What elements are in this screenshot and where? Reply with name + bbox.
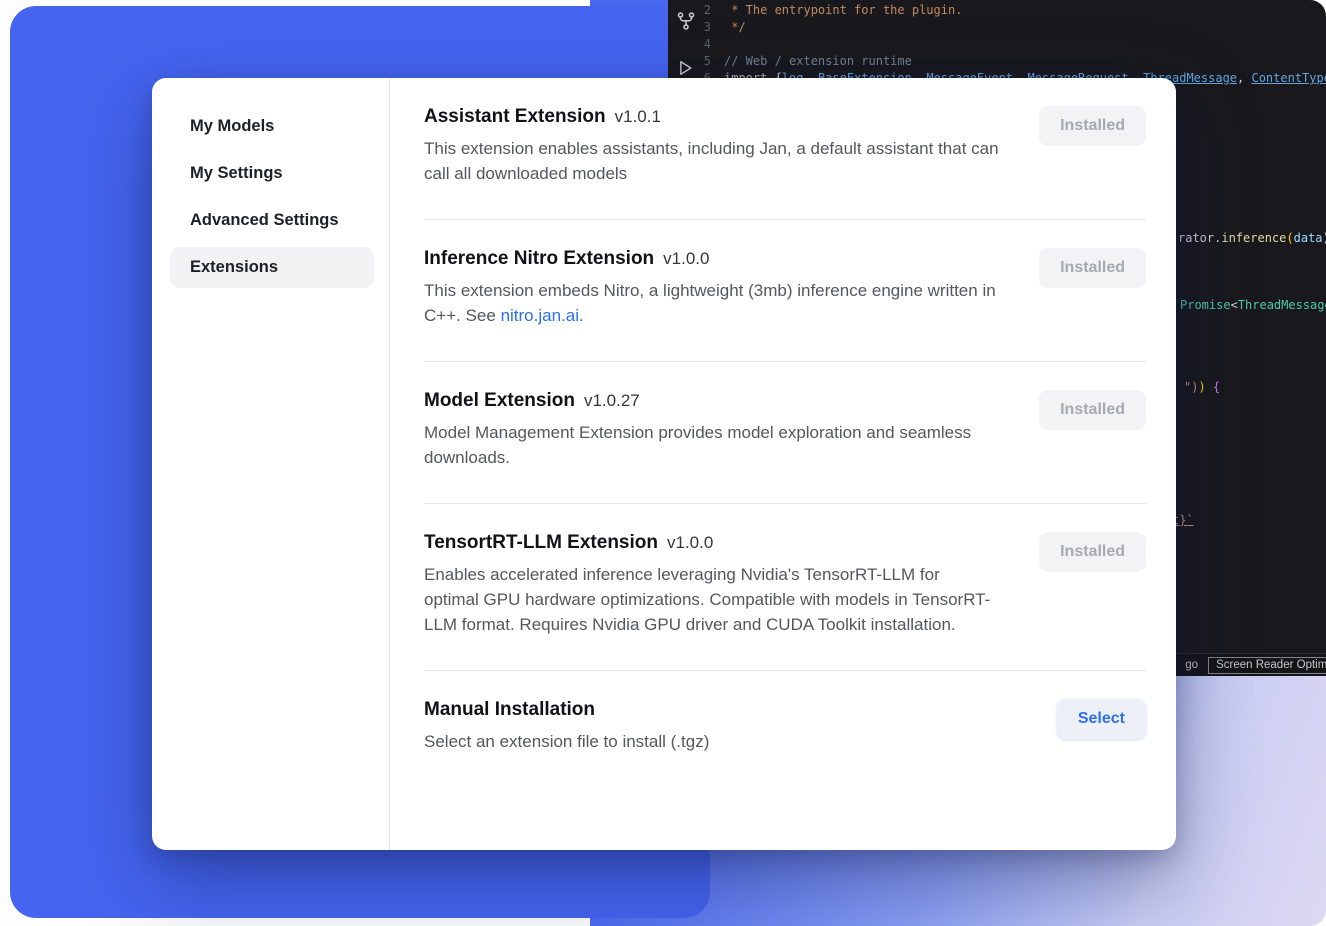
row-tensortrt-llm-extension: TensortRT-LLM Extension v1.0.0 Enables acc… (424, 503, 1146, 670)
row-heading: TensortRT-LLM Extension v1.0.0 (424, 532, 999, 554)
screen-reader-optimized-badge[interactable]: Screen Reader Optimize (1208, 657, 1326, 674)
extension-description: Model Management Extension provides mode… (424, 421, 999, 471)
extension-title: Inference Nitro Extension (424, 248, 654, 269)
code-line: 4 (668, 36, 1326, 53)
screenshot-scene: 2 * The entrypoint for the plugin.3 */45… (0, 0, 1326, 926)
row-info: Manual Installation Select an extension f… (424, 699, 709, 755)
row-info: Model Extension v1.0.27 Model Management E… (424, 390, 999, 471)
extension-version: v1.0.27 (584, 391, 640, 410)
extension-title: TensortRT-LLM Extension (424, 532, 658, 553)
sidebar-item-my-settings[interactable]: My Settings (170, 153, 374, 194)
extension-description: This extension enables assistants, inclu… (424, 137, 999, 187)
code-fragment: ")) { (1184, 379, 1220, 395)
code-fragment: rator.inference(data)); (1178, 230, 1326, 246)
row-assistant-extension: Assistant Extension v1.0.1 This extension … (424, 78, 1146, 219)
row-heading: Inference Nitro Extension v1.0.0 (424, 248, 999, 270)
extension-title: Model Extension (424, 390, 575, 411)
status-language-text[interactable]: go (1185, 659, 1198, 671)
code-line: 3 */ (668, 19, 1326, 36)
settings-card: My Models My Settings Advanced Settings Ext… (152, 78, 1176, 850)
row-info: Assistant Extension v1.0.1 This extension … (424, 106, 999, 187)
line-number: 2 (668, 2, 724, 19)
extension-description: This extension embeds Nitro, a lightweig… (424, 279, 999, 329)
extension-description: Select an extension file to install (.tg… (424, 730, 709, 755)
code-line: 5// Web / extension runtime (668, 53, 1326, 70)
line-number: 3 (668, 19, 724, 36)
installed-button[interactable]: Installed (1039, 248, 1146, 288)
sidebar-item-advanced-settings[interactable]: Advanced Settings (170, 200, 374, 241)
row-heading: Manual Installation (424, 699, 709, 721)
installed-button[interactable]: Installed (1039, 390, 1146, 430)
extension-title: Manual Installation (424, 699, 595, 720)
row-info: Inference Nitro Extension v1.0.0 This exte… (424, 248, 999, 329)
line-number: 5 (668, 53, 724, 70)
link-nitro-jan-ai[interactable]: nitro.jan.ai. (501, 306, 584, 325)
code-lines: 2 * The entrypoint for the plugin.3 */45… (668, 2, 1326, 87)
extension-title: Assistant Extension (424, 106, 606, 127)
row-heading: Assistant Extension v1.0.1 (424, 106, 999, 128)
extension-version: v1.0.0 (667, 533, 713, 552)
sidebar-item-my-models[interactable]: My Models (170, 106, 374, 147)
line-number: 4 (668, 36, 724, 53)
row-manual-installation: Manual Installation Select an extension f… (424, 670, 1146, 787)
settings-sidebar: My Models My Settings Advanced Settings Ext… (152, 78, 390, 850)
extensions-list: Assistant Extension v1.0.1 This extension … (390, 78, 1176, 850)
code-line: 2 * The entrypoint for the plugin. (668, 2, 1326, 19)
installed-button[interactable]: Installed (1039, 106, 1146, 146)
installed-button[interactable]: Installed (1039, 532, 1146, 572)
row-info: TensortRT-LLM Extension v1.0.0 Enables acc… (424, 532, 999, 638)
select-button[interactable]: Select (1057, 699, 1146, 739)
extension-version: v1.0.1 (615, 107, 661, 126)
extension-description: Enables accelerated inference leveraging… (424, 563, 999, 638)
row-heading: Model Extension v1.0.27 (424, 390, 999, 412)
extension-version: v1.0.0 (663, 249, 709, 268)
row-inference-nitro-extension: Inference Nitro Extension v1.0.0 This exte… (424, 219, 1146, 361)
code-fragment: Promise<ThreadMessage> (1180, 297, 1326, 313)
row-model-extension: Model Extension v1.0.27 Model Management E… (424, 361, 1146, 503)
sidebar-item-extensions[interactable]: Extensions (170, 247, 374, 288)
